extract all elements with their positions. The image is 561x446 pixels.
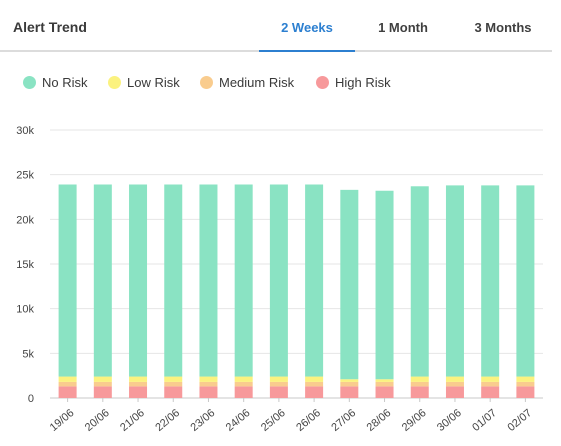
bar-segment-medium-risk xyxy=(129,381,148,387)
bar-segment-high-risk xyxy=(481,386,500,398)
bar-segment-high-risk xyxy=(445,386,464,398)
bar-segment-low-risk xyxy=(199,376,218,382)
x-tick-label: 29/06 xyxy=(400,407,429,434)
y-tick-label: 5k xyxy=(22,348,34,360)
bar-segment-no-risk xyxy=(410,186,429,377)
x-tick-label: 23/06 xyxy=(189,407,218,434)
bar-segment-no-risk xyxy=(481,185,500,377)
y-tick-label: 25k xyxy=(16,170,34,182)
bar-segment-no-risk xyxy=(375,190,394,380)
bar-segment-low-risk xyxy=(58,376,77,382)
bar-segment-medium-risk xyxy=(234,381,253,387)
bar-segment-medium-risk xyxy=(199,381,218,387)
bar-segment-high-risk xyxy=(164,386,183,398)
bar-segment-medium-risk xyxy=(305,381,324,387)
bar-segment-medium-risk xyxy=(340,381,359,387)
bar-segment-high-risk xyxy=(305,386,324,398)
bar-segment-no-risk xyxy=(93,184,112,377)
bar-segment-medium-risk xyxy=(93,381,112,387)
x-tick-label: 27/06 xyxy=(329,407,358,434)
bar-segment-medium-risk xyxy=(164,381,183,387)
bar-segment-high-risk xyxy=(93,386,112,398)
y-tick-label: 15k xyxy=(16,259,34,271)
bar-segment-low-risk xyxy=(93,376,112,382)
bar-segment-high-risk xyxy=(516,386,535,398)
y-tick-label: 20k xyxy=(16,214,34,226)
x-tick-label: 24/06 xyxy=(224,407,253,434)
x-tick-label: 25/06 xyxy=(259,407,288,434)
bar-segment-no-risk xyxy=(269,184,288,377)
bar-segment-high-risk xyxy=(199,386,218,398)
bar-segment-no-risk xyxy=(58,184,77,377)
bar-segment-high-risk xyxy=(410,386,429,398)
bar-segment-no-risk xyxy=(234,184,253,377)
bar-segment-low-risk xyxy=(375,379,394,382)
bar-segment-low-risk xyxy=(129,376,148,382)
bar-segment-no-risk xyxy=(445,185,464,377)
bar-segment-low-risk xyxy=(445,376,464,382)
y-tick-label: 0 xyxy=(28,393,34,405)
bar-segment-low-risk xyxy=(164,376,183,382)
y-tick-label: 10k xyxy=(16,304,34,316)
bar-segment-high-risk xyxy=(58,386,77,398)
x-tick-label: 02/07 xyxy=(505,407,534,434)
bar-segment-no-risk xyxy=(164,184,183,377)
bar-segment-high-risk xyxy=(269,386,288,398)
bar-segment-medium-risk xyxy=(481,381,500,387)
bar-segment-high-risk xyxy=(129,386,148,398)
bar-segment-low-risk xyxy=(234,376,253,382)
bar-segment-low-risk xyxy=(481,376,500,382)
x-tick-label: 01/07 xyxy=(470,407,499,434)
bar-segment-low-risk xyxy=(305,376,324,382)
bar-segment-no-risk xyxy=(516,185,535,377)
bar-segment-low-risk xyxy=(340,379,359,382)
bar-segment-medium-risk xyxy=(375,381,394,387)
x-tick-label: 21/06 xyxy=(118,407,147,434)
bar-segment-high-risk xyxy=(375,386,394,398)
x-tick-label: 20/06 xyxy=(83,407,112,434)
bar-segment-medium-risk xyxy=(269,381,288,387)
bar-segment-low-risk xyxy=(269,376,288,382)
x-tick-label: 26/06 xyxy=(294,407,323,434)
x-tick-label: 19/06 xyxy=(48,407,77,434)
bar-segment-no-risk xyxy=(340,189,359,380)
bar-segment-low-risk xyxy=(410,376,429,382)
bar-segment-high-risk xyxy=(340,386,359,398)
y-tick-label: 30k xyxy=(16,125,34,137)
x-tick-label: 22/06 xyxy=(153,407,182,434)
bar-segment-medium-risk xyxy=(445,381,464,387)
bar-segment-no-risk xyxy=(199,184,218,377)
bar-segment-no-risk xyxy=(305,184,324,377)
bar-segment-medium-risk xyxy=(58,381,77,387)
x-tick-label: 28/06 xyxy=(365,407,394,434)
bar-segment-high-risk xyxy=(234,386,253,398)
bar-segment-low-risk xyxy=(516,376,535,382)
bar-segment-medium-risk xyxy=(516,381,535,387)
bar-segment-no-risk xyxy=(129,184,148,377)
x-tick-label: 30/06 xyxy=(435,407,464,434)
bar-segment-medium-risk xyxy=(410,381,429,387)
stacked-bar-chart: 0 5k 10k 15k 20k 25k 30k 19/06 20/06 21/06 22/06 23… xyxy=(16,125,543,434)
